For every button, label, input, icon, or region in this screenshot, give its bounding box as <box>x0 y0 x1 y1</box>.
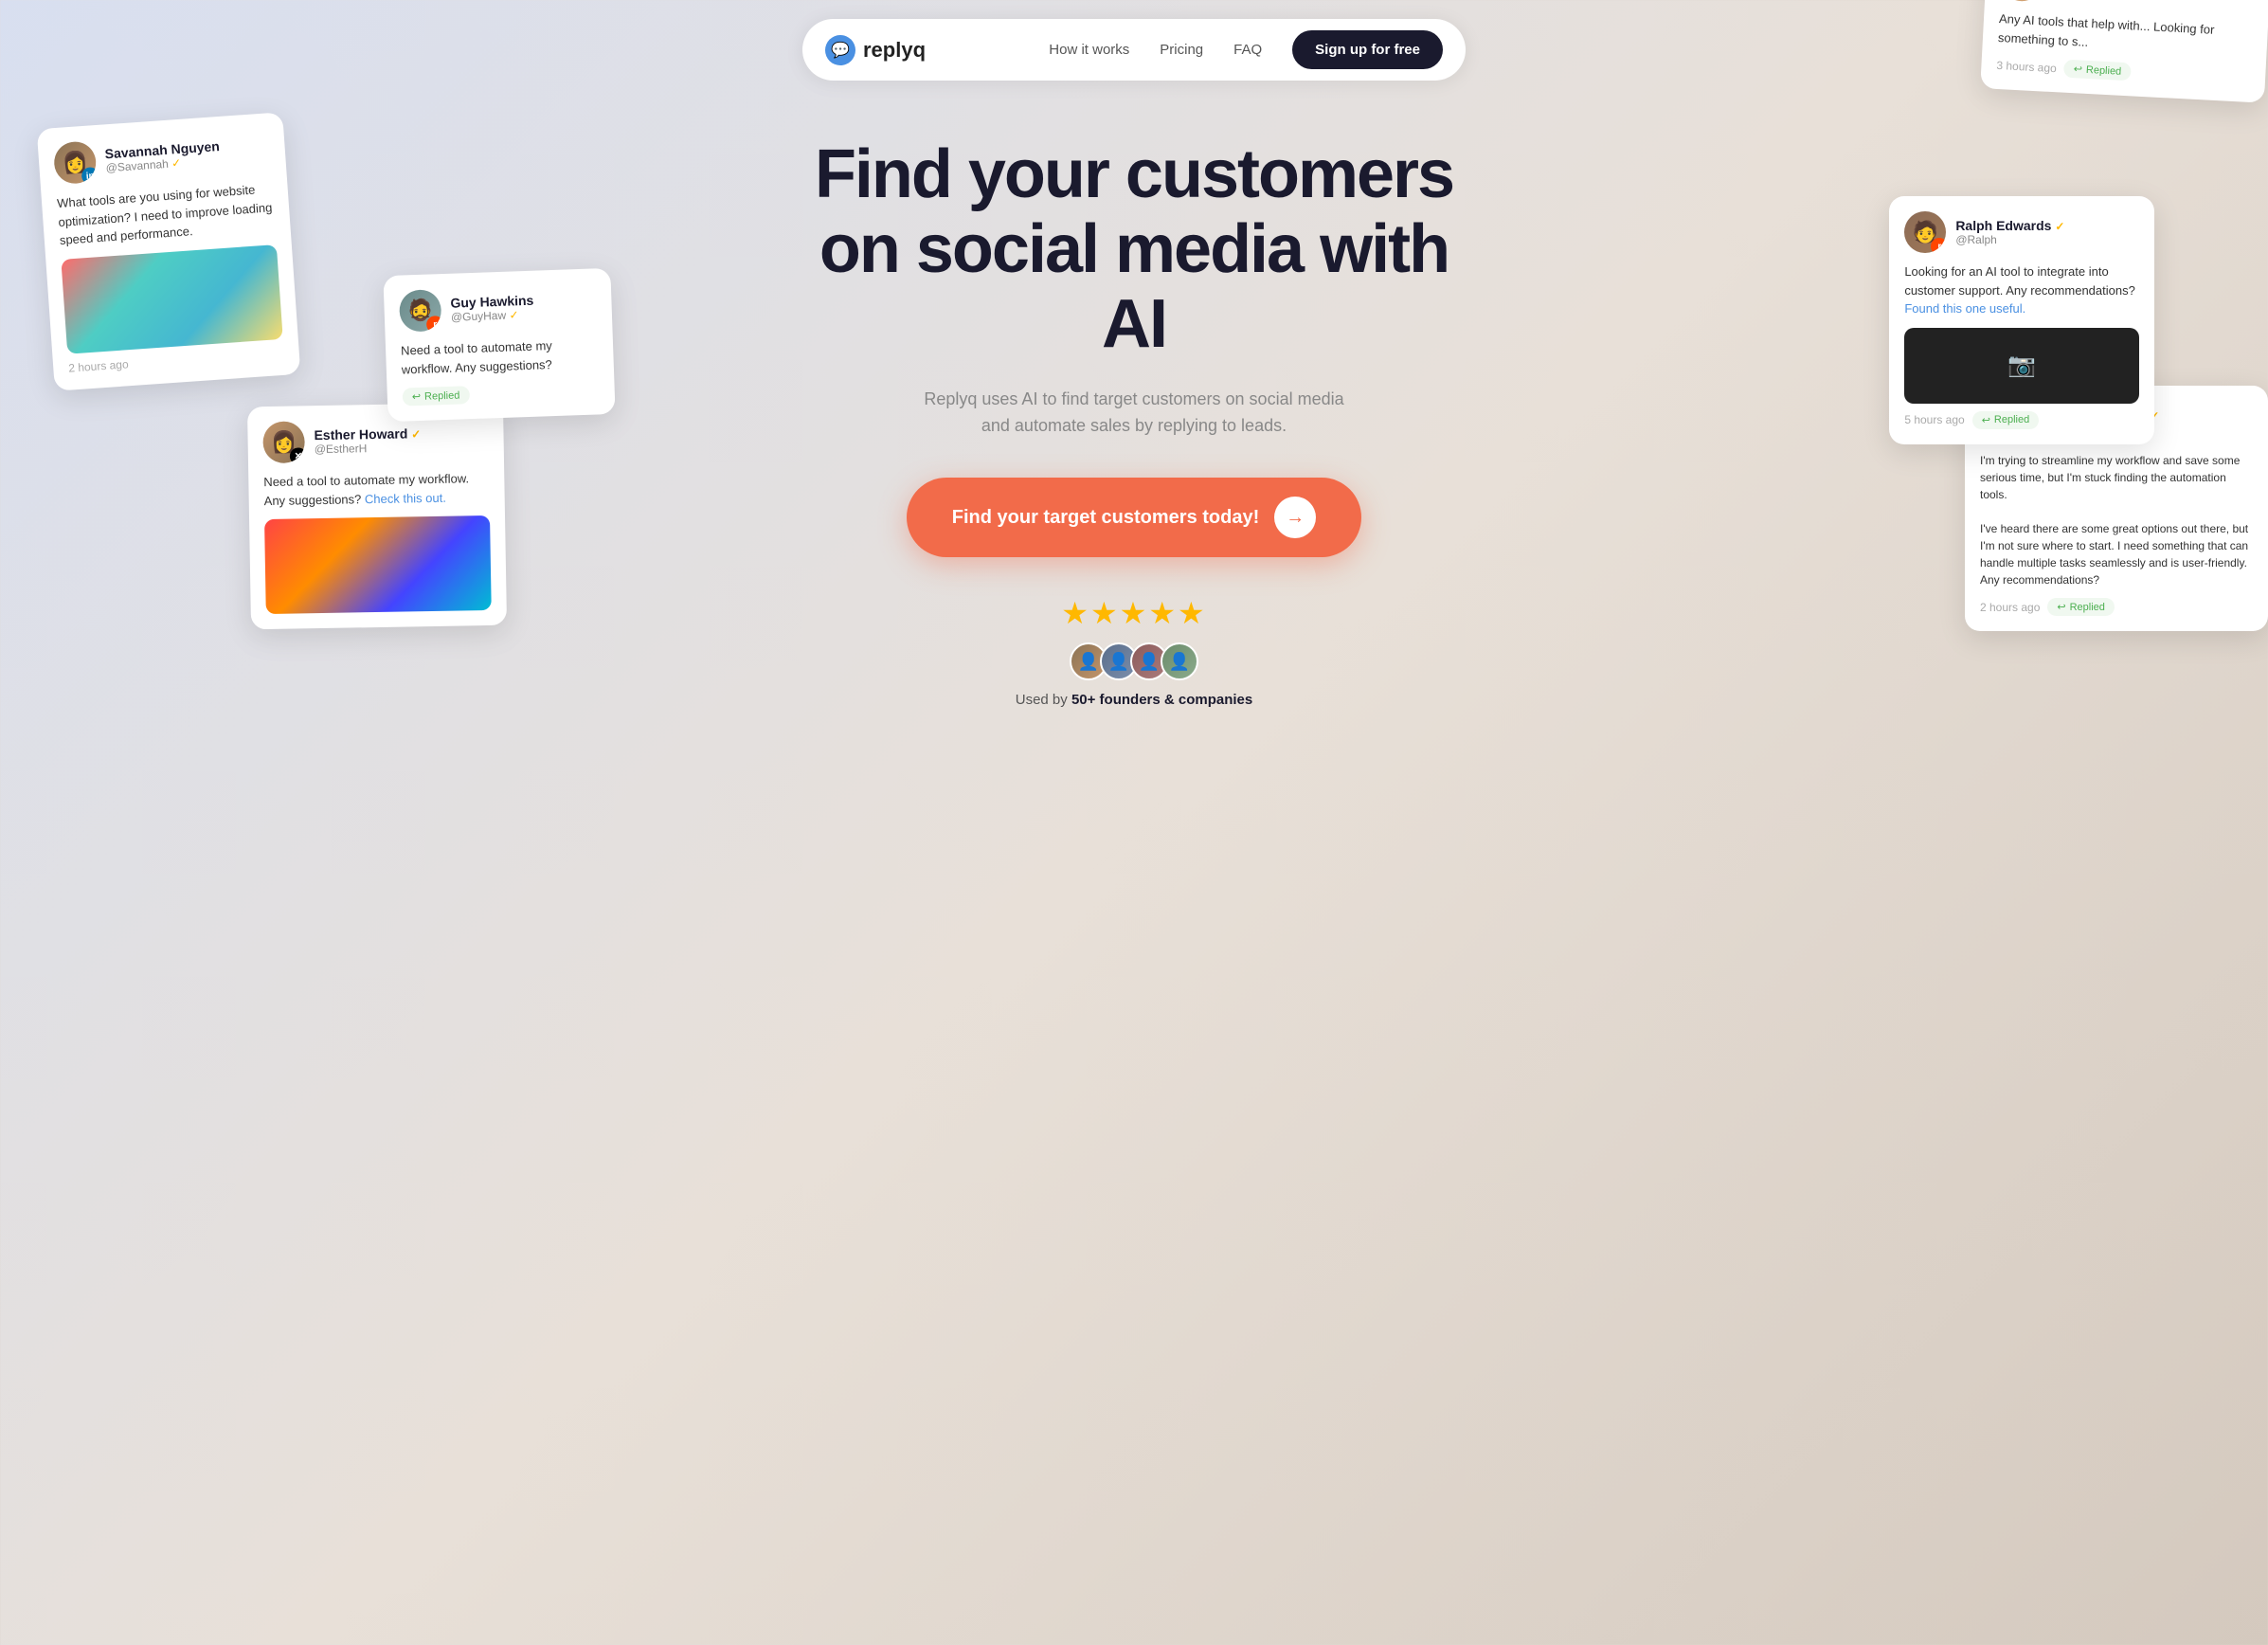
card-name: Guy Hawkins <box>450 293 533 311</box>
card-text: Any AI tools that help with... Looking f… <box>1998 9 2254 60</box>
card-footer: 3 hours ago ↩ Replied <box>1996 56 2251 87</box>
card-handle: @Ralph <box>1955 233 2064 246</box>
card-header: 🧑 r Ralph Edwards ✓ @Ralph <box>1904 211 2139 253</box>
card-user-info: Ralph Edwards ✓ @Ralph <box>1955 218 2064 246</box>
card-handle: @EstherH <box>315 441 422 456</box>
card-time: 2 hours ago <box>68 357 129 374</box>
card-time: 3 hours ago <box>1996 59 2057 75</box>
card-link[interactable]: Found this one useful. <box>1904 301 2025 316</box>
card-footer: 2 hours ago ↩ Replied <box>1980 598 2253 616</box>
nav-pricing[interactable]: Pricing <box>1160 42 1203 58</box>
replied-badge: ↩ Replied <box>2063 60 2131 81</box>
star-rating: ★★★★★ <box>1061 595 1206 631</box>
card-text: Looking for an AI tool to integrate into… <box>1904 262 2139 318</box>
card-name: Esther Howard ✓ <box>315 425 422 443</box>
card-image-colorful <box>264 515 492 614</box>
logo-link[interactable]: 💬 replyq <box>825 35 926 65</box>
reddit-badge: r <box>426 316 442 333</box>
social-card-savannah: 👩 in Savannah Nguyen @Savannah ✓ What to… <box>37 112 301 390</box>
card-user-info: Guy Hawkins @GuyHaw ✓ <box>450 293 534 324</box>
hero-title: Find your customers on social media with… <box>802 137 1466 363</box>
card-header: 👩 ✕ Esther Howard ✓ @EstherH <box>263 418 490 463</box>
card-avatar: 🧑 r <box>1904 211 1946 253</box>
cta-button[interactable]: Find your target customers today! → <box>907 478 1362 557</box>
proof-highlight: 50+ founders & companies <box>1071 692 1252 708</box>
hero-subtitle: Replyq uses AI to find target customers … <box>916 386 1352 441</box>
card-header: 👩 in Savannah Nguyen @Savannah ✓ <box>53 129 272 186</box>
social-card-guy: 🧔 r Guy Hawkins @GuyHaw ✓ Need a tool to… <box>383 268 615 422</box>
card-user-info: Cameron William @Williamson <box>2051 0 2160 2</box>
card-text: Need a tool to automate my workflow. Any… <box>401 335 599 379</box>
avatar-4: 👤 <box>1161 642 1198 680</box>
avatar-group: 👤 👤 👤 👤 <box>1070 642 1198 680</box>
logo-text: replyq <box>863 38 926 63</box>
replied-badge: ↩ Replied <box>402 386 469 406</box>
card-text: Need a tool to automate my workflow. Any… <box>264 469 491 510</box>
card-handle: @GuyHaw ✓ <box>451 308 534 324</box>
linkedin-badge: in <box>2026 0 2043 2</box>
card-image <box>61 244 282 354</box>
nav-faq[interactable]: FAQ <box>1233 42 1262 58</box>
card-avatar: 🧔 r <box>399 289 442 333</box>
card-user-info: Savannah Nguyen @Savannah ✓ <box>104 138 221 174</box>
replied-badge: ↩ Replied <box>1972 411 2040 429</box>
card-avatar: 👩 in <box>53 140 98 185</box>
card-footer: 5 hours ago ↩ Replied <box>1904 411 2139 429</box>
verified-badge: ✓ <box>509 308 519 321</box>
cta-label: Find your target customers today! <box>952 507 1260 529</box>
card-name: Ralph Edwards ✓ <box>1955 218 2064 233</box>
nav-how-it-works[interactable]: How it works <box>1049 42 1129 58</box>
card-avatar: 👩 ✕ <box>263 421 306 463</box>
card-user-info: Esther Howard ✓ @EstherH <box>315 425 422 456</box>
card-time: 2 hours ago <box>1980 601 2040 614</box>
verified-badge: ✓ <box>411 427 421 441</box>
twitter-badge: ✕ <box>290 447 305 463</box>
replied-badge: ↩ Replied <box>2047 598 2115 616</box>
card-footer: ↩ Replied <box>402 382 600 407</box>
card-handle: @Williamson <box>2051 0 2159 2</box>
social-card-esther: 👩 ✕ Esther Howard ✓ @EstherH Need a tool… <box>247 403 507 630</box>
logo-icon: 💬 <box>825 35 855 65</box>
card-header: 🧔 r Guy Hawkins @GuyHaw ✓ <box>399 284 597 333</box>
verified-badge: ✓ <box>2055 220 2064 233</box>
navbar: 💬 replyq How it works Pricing FAQ Sign u… <box>0 0 2268 99</box>
card-dark-image: 📷 <box>1904 328 2139 404</box>
card-link[interactable]: Check this out. <box>365 490 446 505</box>
social-card-ralph: 🧑 r Ralph Edwards ✓ @Ralph Looking for a… <box>1889 196 2154 444</box>
verified-badge: ✓ <box>171 156 182 171</box>
proof-prefix: Used by <box>1016 692 1071 708</box>
card-text: What tools are you using for website opt… <box>56 179 276 249</box>
card-avatar: 👩‍💼 in <box>2000 0 2043 2</box>
linkedin-badge: in <box>81 167 98 185</box>
reddit-badge: r <box>1931 238 1946 253</box>
social-card-cameron: 👩‍💼 in Cameron William @Williamson Any A… <box>1980 0 2268 103</box>
cta-arrow-icon: → <box>1274 497 1316 538</box>
card-time: 5 hours ago <box>1904 413 1964 426</box>
signup-button[interactable]: Sign up for free <box>1292 30 1443 69</box>
card-text: I'm trying to streamline my workflow and… <box>1980 452 2253 588</box>
proof-text: Used by 50+ founders & companies <box>1016 692 1253 708</box>
